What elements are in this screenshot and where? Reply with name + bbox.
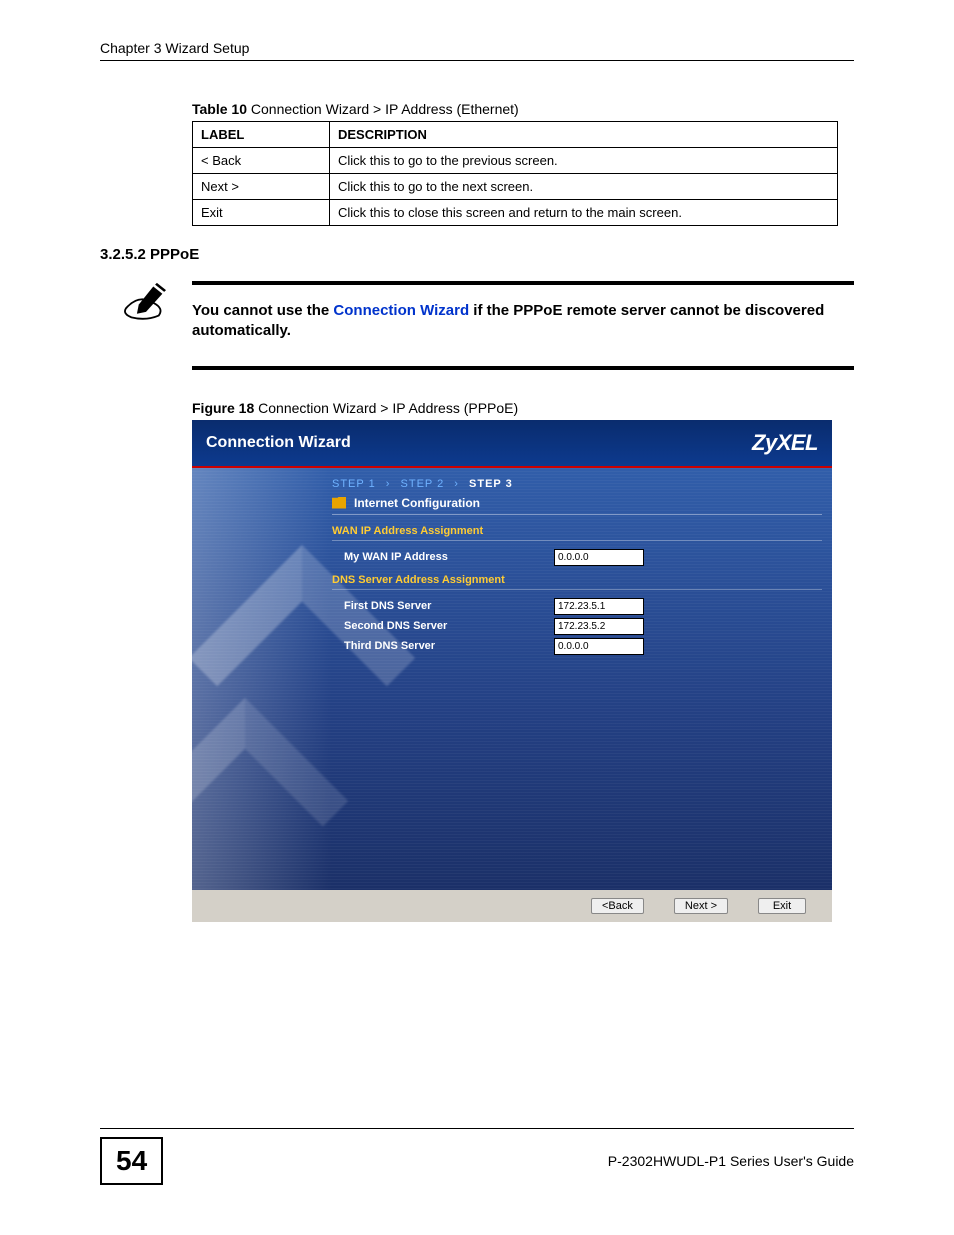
my-wan-ip-input[interactable]	[554, 549, 644, 566]
figure-caption-prefix: Figure 18	[192, 400, 254, 416]
my-wan-ip-label: My WAN IP Address	[332, 551, 554, 563]
table-caption-prefix: Table 10	[192, 101, 247, 117]
wizard-footer: <Back Next > Exit	[192, 890, 832, 922]
panel-title: Internet Configuration	[332, 496, 822, 515]
step-3-active: STEP 3	[469, 478, 513, 490]
chapter-header: Chapter 3 Wizard Setup	[100, 40, 854, 61]
next-button[interactable]: Next >	[674, 898, 728, 914]
page-number: 54	[100, 1137, 163, 1185]
table-cell-label: < Back	[193, 148, 330, 174]
wizard-header: Connection Wizard ZyXEL	[192, 420, 832, 466]
pencil-note-icon	[100, 281, 192, 370]
table-row: < Back Click this to go to the previous …	[193, 148, 838, 174]
second-dns-label: Second DNS Server	[332, 620, 554, 632]
table-caption-text: Connection Wizard > IP Address (Ethernet…	[247, 101, 519, 117]
table-cell-label: Exit	[193, 200, 330, 226]
first-dns-input[interactable]	[554, 598, 644, 615]
brand-logo: ZyXEL	[752, 430, 818, 456]
section-heading: 3.2.5.2 PPPoE	[100, 246, 854, 263]
figure-caption-text: Connection Wizard > IP Address (PPPoE)	[254, 400, 518, 416]
reference-table: LABEL DESCRIPTION < Back Click this to g…	[192, 121, 838, 226]
table-caption: Table 10 Connection Wizard > IP Address …	[192, 101, 854, 117]
step-2: STEP 2	[401, 478, 445, 490]
third-dns-label: Third DNS Server	[332, 640, 554, 652]
step-1: STEP 1	[332, 478, 376, 490]
wan-section-label: WAN IP Address Assignment	[332, 525, 822, 541]
table-header-description: DESCRIPTION	[330, 122, 838, 148]
form-row-dns1: First DNS Server	[332, 598, 822, 615]
figure-caption: Figure 18 Connection Wizard > IP Address…	[192, 400, 854, 416]
second-dns-input[interactable]	[554, 618, 644, 635]
third-dns-input[interactable]	[554, 638, 644, 655]
page-footer: 54 P-2302HWUDL-P1 Series User's Guide	[100, 1128, 854, 1185]
form-row-wan-ip: My WAN IP Address	[332, 549, 822, 566]
chevron-right-icon: ›	[386, 478, 391, 490]
table-row: Next > Click this to go to the next scre…	[193, 174, 838, 200]
wizard-title: Connection Wizard	[206, 434, 351, 452]
exit-button[interactable]: Exit	[758, 898, 806, 914]
first-dns-label: First DNS Server	[332, 600, 554, 612]
table-header-label: LABEL	[193, 122, 330, 148]
table-cell-description: Click this to close this screen and retu…	[330, 200, 838, 226]
table-cell-label: Next >	[193, 174, 330, 200]
folder-icon	[332, 497, 346, 509]
wizard-content: STEP 1 › STEP 2 › STEP 3 Internet Config…	[332, 478, 822, 880]
note-block: You cannot use the Connection Wizard if …	[100, 281, 854, 370]
wizard-screenshot: Connection Wizard ZyXEL STEP 1 › STEP 2 …	[192, 420, 832, 922]
wizard-steps: STEP 1 › STEP 2 › STEP 3	[332, 478, 822, 490]
note-link: Connection Wizard	[333, 302, 469, 319]
wizard-body: STEP 1 › STEP 2 › STEP 3 Internet Config…	[192, 468, 832, 890]
back-button[interactable]: <Back	[591, 898, 644, 914]
chevron-right-icon: ›	[454, 478, 459, 490]
dns-section-label: DNS Server Address Assignment	[332, 574, 822, 590]
table-cell-description: Click this to go to the previous screen.	[330, 148, 838, 174]
panel-title-text: Internet Configuration	[354, 496, 480, 510]
note-body: You cannot use the Connection Wizard if …	[192, 281, 854, 370]
table-row: Exit Click this to close this screen and…	[193, 200, 838, 226]
table-cell-description: Click this to go to the next screen.	[330, 174, 838, 200]
guide-name: P-2302HWUDL-P1 Series User's Guide	[608, 1153, 854, 1169]
form-row-dns2: Second DNS Server	[332, 618, 822, 635]
note-pre: You cannot use the	[192, 302, 333, 319]
form-row-dns3: Third DNS Server	[332, 638, 822, 655]
